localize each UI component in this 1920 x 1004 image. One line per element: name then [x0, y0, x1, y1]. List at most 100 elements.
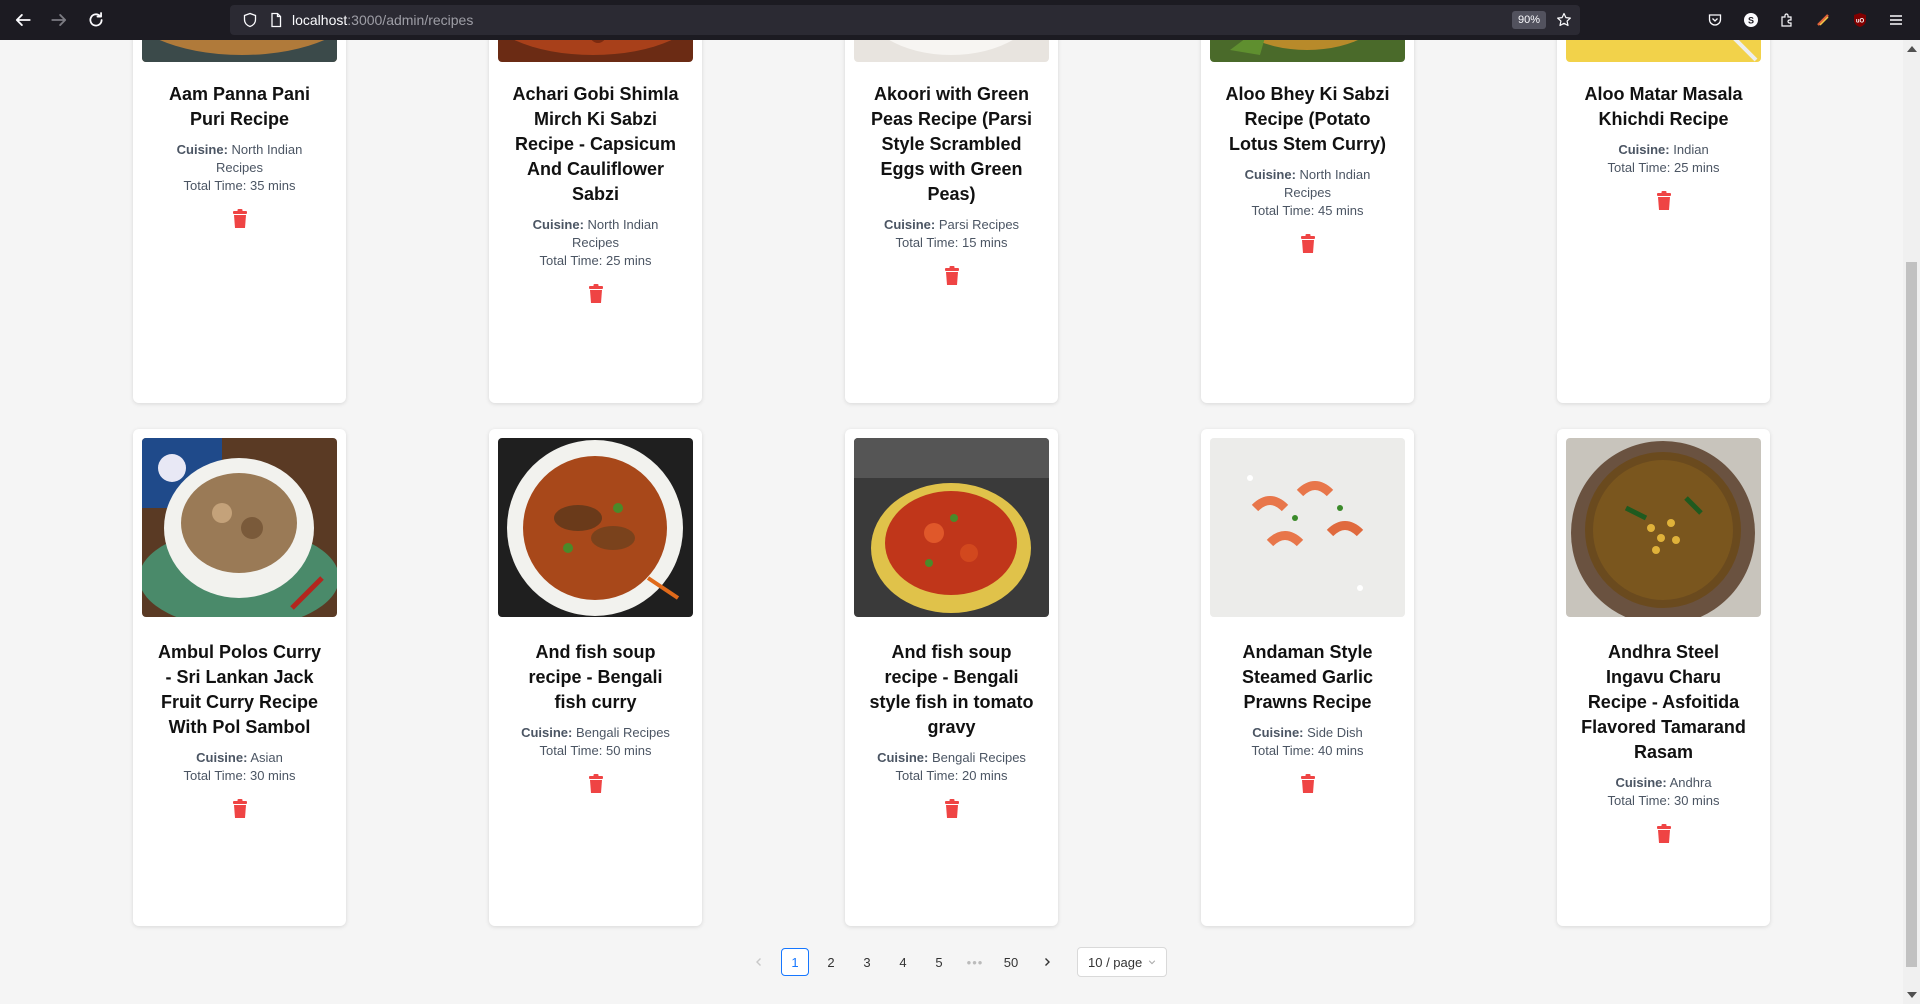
- recipe-card[interactable]: Ambul Polos Curry - Sri Lankan Jack Frui…: [133, 429, 346, 926]
- page-scrollbar[interactable]: [1903, 40, 1920, 1004]
- cuisine-label: Cuisine:: [176, 142, 228, 157]
- cuisine-value: North Indian Recipes: [216, 142, 303, 175]
- recipe-card[interactable]: Andaman Style Steamed Garlic Prawns Reci…: [1201, 429, 1414, 926]
- recipe-image[interactable]: [498, 438, 693, 617]
- url-host: localhost: [292, 12, 348, 28]
- delete-icon[interactable]: [231, 209, 249, 229]
- recipe-time: Total Time: 25 mins: [489, 252, 702, 270]
- back-icon[interactable]: [11, 8, 35, 32]
- page-button-5[interactable]: 5: [925, 948, 953, 976]
- recipe-title: Andaman Style Steamed Garlic Prawns Reci…: [1241, 642, 1374, 712]
- account-icon[interactable]: S: [1741, 10, 1761, 30]
- page-size-select[interactable]: 10 / page: [1077, 947, 1168, 977]
- delete-icon[interactable]: [587, 284, 605, 304]
- scroll-up-arrow-icon[interactable]: [1907, 46, 1917, 52]
- time-label: Total Time:: [895, 768, 959, 783]
- recipe-cuisine: Cuisine: Bengali Recipes: [867, 749, 1037, 767]
- recipe-cuisine: Cuisine: Asian: [155, 749, 325, 767]
- next-page-button[interactable]: [1033, 948, 1061, 976]
- cuisine-value: Bengali Recipes: [931, 750, 1026, 765]
- page-button-3[interactable]: 3: [853, 948, 881, 976]
- reload-icon[interactable]: [84, 8, 108, 32]
- delete-icon[interactable]: [1299, 234, 1317, 254]
- recipe-cuisine: Cuisine: Indian: [1579, 141, 1749, 159]
- shield-icon[interactable]: [240, 10, 260, 30]
- extension-icon[interactable]: [1813, 10, 1833, 30]
- recipe-image[interactable]: [142, 40, 337, 62]
- delete-icon[interactable]: [943, 799, 961, 819]
- recipe-time: Total Time: 35 mins: [133, 177, 346, 195]
- menu-icon[interactable]: [1886, 10, 1906, 30]
- extensions-icon[interactable]: [1777, 10, 1797, 30]
- url-bar[interactable]: localhost:3000/admin/recipes 90%: [230, 5, 1580, 35]
- recipe-time: Total Time: 25 mins: [1557, 159, 1770, 177]
- recipe-card[interactable]: Aloo Matar Masala Khichdi Recipe Cuisine…: [1557, 40, 1770, 403]
- url-text[interactable]: localhost:3000/admin/recipes: [292, 12, 473, 28]
- page-button-4[interactable]: 4: [889, 948, 917, 976]
- ublock-icon[interactable]: uO: [1850, 10, 1870, 30]
- recipe-card[interactable]: And fish soup recipe - Bengali fish curr…: [489, 429, 702, 926]
- cuisine-value: Andhra: [1669, 775, 1712, 790]
- page-button-2[interactable]: 2: [817, 948, 845, 976]
- recipe-cuisine: Cuisine: Bengali Recipes: [511, 724, 681, 742]
- pagination: 1 2 3 4 5 ••• 50 10 / page: [745, 947, 1168, 977]
- cuisine-value: Indian: [1673, 142, 1709, 157]
- time-value: 25 mins: [1673, 160, 1720, 175]
- recipe-image[interactable]: [1210, 40, 1405, 62]
- recipe-time: Total Time: 30 mins: [1557, 792, 1770, 810]
- cuisine-label: Cuisine:: [1244, 167, 1296, 182]
- cuisine-label: Cuisine:: [1615, 775, 1667, 790]
- recipe-image[interactable]: [1566, 438, 1761, 617]
- scroll-down-arrow-icon[interactable]: [1907, 992, 1917, 998]
- forward-icon[interactable]: [47, 8, 71, 32]
- recipe-title: Achari Gobi Shimla Mirch Ki Sabzi Recipe…: [512, 84, 679, 204]
- recipe-image[interactable]: [1566, 40, 1761, 62]
- recipe-card[interactable]: Achari Gobi Shimla Mirch Ki Sabzi Recipe…: [489, 40, 702, 403]
- recipe-time: Total Time: 45 mins: [1201, 202, 1414, 220]
- recipe-cuisine: Cuisine: Andhra: [1579, 774, 1749, 792]
- recipe-image[interactable]: [142, 438, 337, 617]
- recipe-card[interactable]: Aloo Bhey Ki Sabzi Recipe (Potato Lotus …: [1201, 40, 1414, 403]
- delete-icon[interactable]: [943, 266, 961, 286]
- recipe-image[interactable]: [854, 40, 1049, 62]
- time-label: Total Time:: [1607, 160, 1671, 175]
- recipe-image[interactable]: [498, 40, 693, 62]
- cuisine-label: Cuisine:: [877, 750, 929, 765]
- recipe-image[interactable]: [1210, 438, 1405, 617]
- recipe-image[interactable]: [854, 438, 1049, 617]
- time-label: Total Time:: [183, 178, 247, 193]
- delete-icon[interactable]: [1299, 774, 1317, 794]
- time-label: Total Time:: [183, 768, 247, 783]
- prev-page-button[interactable]: [745, 948, 773, 976]
- page-button-last[interactable]: 50: [997, 948, 1025, 976]
- recipe-title: Aloo Matar Masala Khichdi Recipe: [1584, 84, 1743, 129]
- recipe-title: Aloo Bhey Ki Sabzi Recipe (Potato Lotus …: [1225, 84, 1390, 154]
- recipe-card[interactable]: Andhra Steel Ingavu Charu Recipe - Asfoi…: [1557, 429, 1770, 926]
- pocket-icon[interactable]: [1705, 10, 1725, 30]
- delete-icon[interactable]: [1655, 191, 1673, 211]
- zoom-level-badge[interactable]: 90%: [1512, 11, 1547, 29]
- cuisine-label: Cuisine:: [521, 725, 573, 740]
- page-icon: [266, 10, 286, 30]
- recipe-title: Ambul Polos Curry - Sri Lankan Jack Frui…: [157, 642, 322, 737]
- recipe-cuisine: Cuisine: Side Dish: [1223, 724, 1393, 742]
- jump-next-ellipsis[interactable]: •••: [961, 948, 989, 976]
- delete-icon[interactable]: [1655, 824, 1673, 844]
- recipe-time: Total Time: 50 mins: [489, 742, 702, 760]
- recipe-card[interactable]: Aam Panna Pani Puri Recipe Cuisine: Nort…: [133, 40, 346, 403]
- recipe-title: And fish soup recipe - Bengali style fis…: [869, 642, 1034, 737]
- recipe-time: Total Time: 15 mins: [845, 234, 1058, 252]
- recipe-card[interactable]: Akoori with Green Peas Recipe (Parsi Sty…: [845, 40, 1058, 403]
- page-button-1[interactable]: 1: [781, 948, 809, 976]
- cuisine-label: Cuisine:: [532, 217, 584, 232]
- delete-icon[interactable]: [587, 774, 605, 794]
- time-value: 15 mins: [961, 235, 1008, 250]
- cuisine-value: Bengali Recipes: [575, 725, 670, 740]
- recipe-card[interactable]: And fish soup recipe - Bengali style fis…: [845, 429, 1058, 926]
- delete-icon[interactable]: [231, 799, 249, 819]
- recipe-title: And fish soup recipe - Bengali fish curr…: [528, 642, 663, 712]
- scrollbar-thumb[interactable]: [1906, 262, 1917, 967]
- bookmark-star-icon[interactable]: [1554, 10, 1574, 30]
- recipe-cuisine: Cuisine: North Indian Recipes: [155, 141, 325, 177]
- svg-text:S: S: [1748, 16, 1754, 26]
